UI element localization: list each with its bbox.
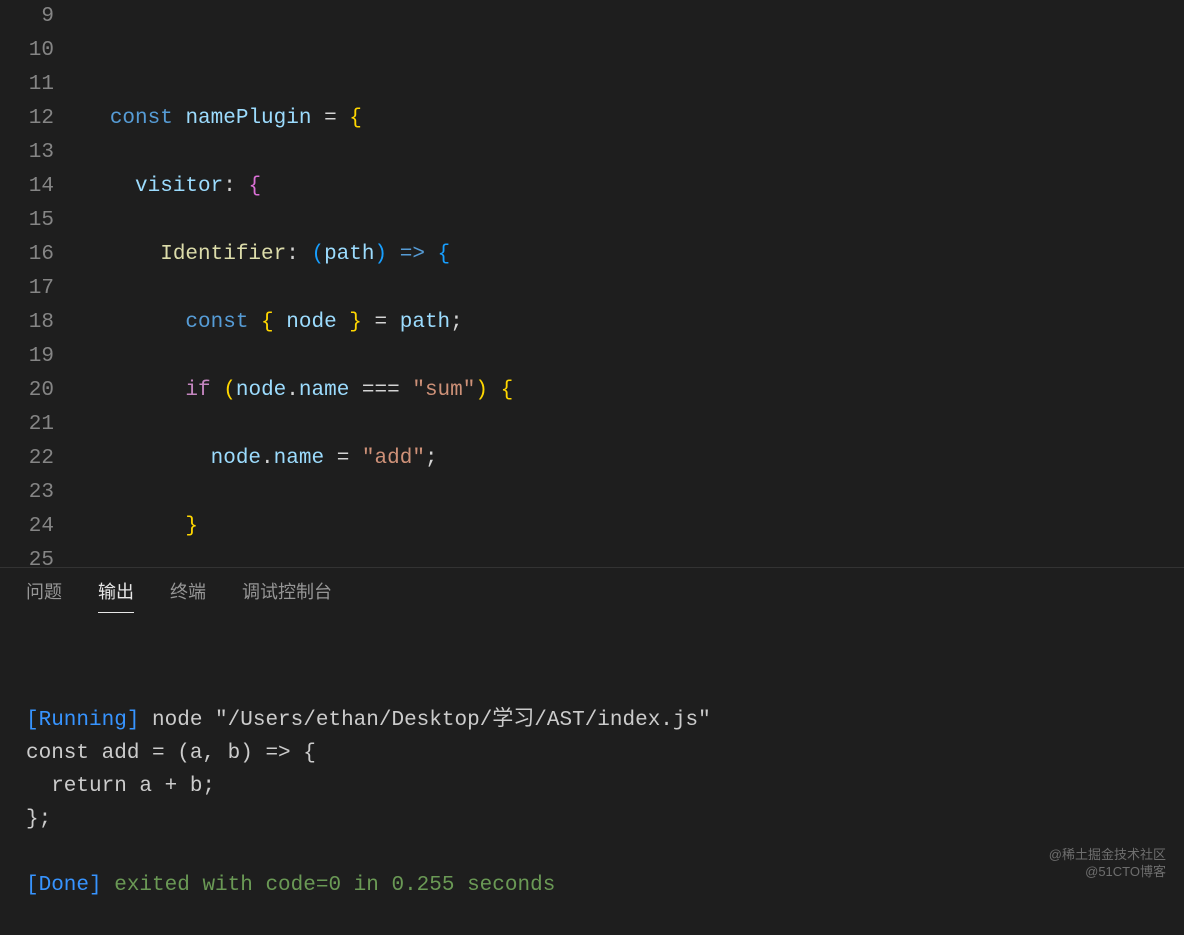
punct: ;: [425, 447, 438, 470]
brace: {: [438, 243, 451, 266]
line-number: 23: [0, 476, 54, 510]
running-cmd: node: [139, 709, 215, 732]
line-number: 20: [0, 374, 54, 408]
line-number: 19: [0, 340, 54, 374]
code-content[interactable]: const namePlugin = { visitor: { Identifi…: [72, 0, 1184, 567]
tab-terminal[interactable]: 终端: [170, 578, 206, 613]
line-number: 13: [0, 136, 54, 170]
tab-problems[interactable]: 问题: [26, 578, 62, 613]
running-label: [Running]: [26, 709, 139, 732]
code-line[interactable]: [72, 34, 1184, 68]
paren: ): [375, 243, 388, 266]
punct: .: [261, 447, 274, 470]
arrow: =>: [400, 243, 425, 266]
code-line[interactable]: const namePlugin = {: [72, 102, 1184, 136]
line-number: 17: [0, 272, 54, 306]
identifier: node: [236, 379, 286, 402]
watermark-line: @稀土掘金技术社区: [1049, 846, 1166, 863]
keyword: if: [185, 379, 210, 402]
keyword: const: [185, 311, 248, 334]
operator: =: [337, 447, 350, 470]
identifier: namePlugin: [185, 107, 311, 130]
identifier: node: [211, 447, 261, 470]
keyword: const: [110, 107, 173, 130]
line-number: 11: [0, 68, 54, 102]
code-line[interactable]: visitor: {: [72, 170, 1184, 204]
operator: =: [324, 107, 337, 130]
code-line[interactable]: Identifier: (path) => {: [72, 238, 1184, 272]
line-number: 14: [0, 170, 54, 204]
code-editor[interactable]: 9 10 11 12 13 14 15 16 17 18 19 20 21 22…: [0, 0, 1184, 567]
output-line: const add = (a, b) => {: [26, 742, 316, 765]
line-number: 10: [0, 34, 54, 68]
bottom-panel: 问题 输出 终端 调试控制台 [Running] node "/Users/et…: [0, 567, 1184, 886]
brace: {: [349, 107, 362, 130]
code-line[interactable]: node.name = "add";: [72, 442, 1184, 476]
output-content[interactable]: [Running] node "/Users/ethan/Desktop/学习/…: [0, 613, 1184, 935]
punct: .: [286, 379, 299, 402]
running-path: "/Users/ethan/Desktop/学习/AST/index.js": [215, 709, 711, 732]
output-line: };: [26, 808, 51, 831]
watermark: @稀土掘金技术社区 @51CTO博客: [1049, 846, 1166, 880]
line-number: 24: [0, 510, 54, 544]
output-line: return a + b;: [26, 775, 215, 798]
line-number: 9: [0, 0, 54, 34]
operator: ===: [362, 379, 400, 402]
punct: :: [223, 175, 236, 198]
code-line[interactable]: }: [72, 510, 1184, 544]
line-number: 15: [0, 204, 54, 238]
property: visitor: [135, 175, 223, 198]
brace: {: [248, 175, 261, 198]
operator: =: [375, 311, 388, 334]
string: "sum": [412, 379, 475, 402]
property: Identifier: [160, 243, 286, 266]
line-number: 12: [0, 102, 54, 136]
line-number: 21: [0, 408, 54, 442]
brace: }: [349, 311, 362, 334]
tab-output[interactable]: 输出: [98, 578, 134, 613]
identifier: path: [400, 311, 450, 334]
paren: ): [475, 379, 488, 402]
panel-tab-bar: 问题 输出 终端 调试控制台: [0, 568, 1184, 613]
property: name: [299, 379, 349, 402]
punct: ;: [450, 311, 463, 334]
punct: :: [286, 243, 299, 266]
string: "add": [362, 447, 425, 470]
watermark-line: @51CTO博客: [1049, 863, 1166, 880]
tab-debug-console[interactable]: 调试控制台: [242, 578, 332, 613]
identifier: path: [324, 243, 374, 266]
line-number: 16: [0, 238, 54, 272]
line-number: 25: [0, 544, 54, 567]
line-number: 22: [0, 442, 54, 476]
code-line[interactable]: const { node } = path;: [72, 306, 1184, 340]
brace: }: [185, 515, 198, 538]
paren: (: [311, 243, 324, 266]
brace: {: [501, 379, 514, 402]
line-number: 18: [0, 306, 54, 340]
identifier: node: [286, 311, 336, 334]
paren: (: [223, 379, 236, 402]
line-number-gutter: 9 10 11 12 13 14 15 16 17 18 19 20 21 22…: [0, 0, 72, 567]
property: name: [274, 447, 324, 470]
code-line[interactable]: if (node.name === "sum") {: [72, 374, 1184, 408]
brace: {: [261, 311, 274, 334]
